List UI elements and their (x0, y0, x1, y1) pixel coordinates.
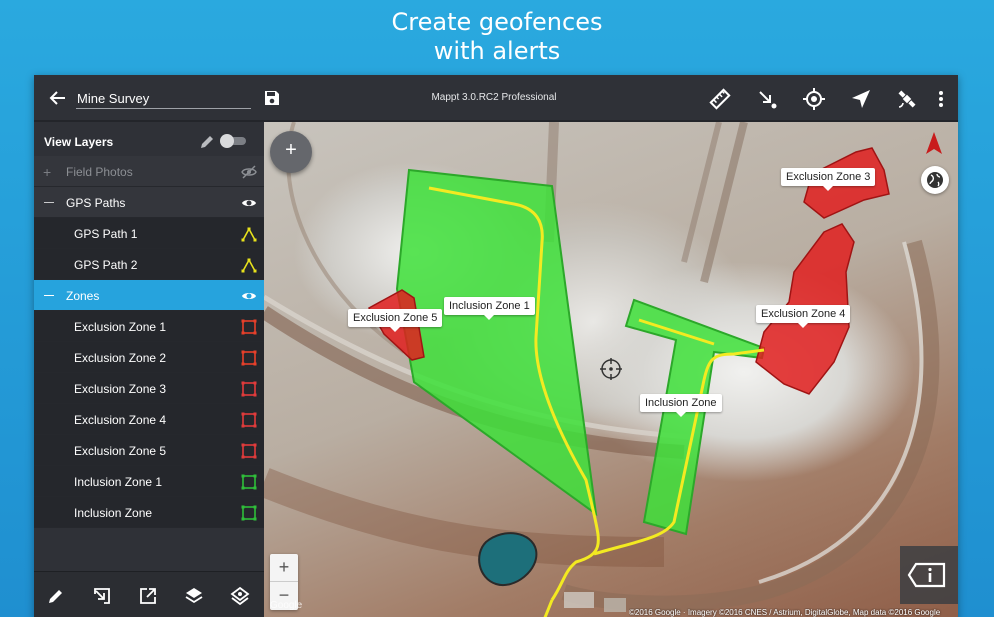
layer-group-label: GPS Paths (66, 196, 126, 210)
ruler-icon[interactable] (708, 87, 732, 111)
layer-item-gps-path-1[interactable]: GPS Path 1 (34, 218, 264, 249)
info-tag-icon (907, 562, 946, 588)
layer-group-gps-paths[interactable]: GPS Paths (34, 187, 264, 218)
promo-headline: Create geofences with alerts (0, 8, 994, 66)
toggle-knob (220, 134, 234, 148)
compass-icon[interactable] (924, 132, 944, 156)
polyline-icon (241, 258, 257, 273)
google-logo: Google (270, 600, 303, 611)
layers-panel-header: View Layers (34, 122, 264, 156)
layers-panel: View Layers + Field Photos GPS Paths GPS… (34, 122, 264, 617)
collapse-minus-icon[interactable] (44, 295, 54, 296)
polygon-icon (241, 381, 257, 397)
gps-locate-icon[interactable] (802, 87, 826, 111)
eye-off-icon[interactable] (241, 165, 257, 179)
layers-icon[interactable] (184, 586, 204, 606)
map-attribution: ©2016 Google · Imagery ©2016 CNES / Astr… (629, 608, 941, 617)
layer-group-zones[interactable]: Zones (34, 280, 264, 311)
layer-item-label: GPS Path 2 (74, 258, 138, 272)
map-type-button[interactable] (921, 166, 949, 194)
import-icon[interactable] (92, 586, 112, 606)
layer-item-label: GPS Path 1 (74, 227, 138, 241)
app-title: Mappt 3.0.RC2 Professional (431, 92, 557, 103)
polygon-icon (241, 443, 257, 459)
map-label-exclusion-zone-4[interactable]: Exclusion Zone 4 (756, 305, 851, 328)
headline-line-2: with alerts (433, 37, 561, 65)
add-plus-icon: + (285, 139, 297, 161)
layer-item-exclusion-zone-4[interactable]: Exclusion Zone 4 (34, 404, 264, 435)
satellite-icon[interactable] (895, 87, 919, 111)
layer-item-exclusion-zone-5[interactable]: Exclusion Zone 5 (34, 435, 264, 466)
map-label-inclusion-zone-1[interactable]: Inclusion Zone 1 (444, 297, 535, 320)
layer-item-label: Exclusion Zone 2 (74, 351, 167, 365)
polygon-icon (241, 474, 257, 490)
back-arrow-icon[interactable] (48, 88, 68, 108)
layer-item-label: Exclusion Zone 4 (74, 413, 167, 427)
map-label-exclusion-zone-3[interactable]: Exclusion Zone 3 (781, 168, 876, 191)
layer-group-field-photos[interactable]: + Field Photos (34, 156, 264, 187)
polyline-icon (241, 227, 257, 242)
export-icon[interactable] (138, 586, 158, 606)
map-label-exclusion-zone-5[interactable]: Exclusion Zone 5 (348, 309, 443, 332)
headline-line-1: Create geofences (391, 8, 603, 36)
layer-item-exclusion-zone-2[interactable]: Exclusion Zone 2 (34, 342, 264, 373)
map-info-button[interactable] (900, 546, 958, 604)
layer-item-label: Inclusion Zone 1 (74, 475, 163, 489)
layer-item-label: Exclusion Zone 5 (74, 444, 167, 458)
map-label-inclusion-zone[interactable]: Inclusion Zone (640, 394, 722, 417)
layer-group-label: Zones (66, 289, 100, 303)
layer-item-inclusion-zone-1[interactable]: Inclusion Zone 1 (34, 466, 264, 497)
layer-item-exclusion-zone-3[interactable]: Exclusion Zone 3 (34, 373, 264, 404)
collapse-minus-icon[interactable] (44, 202, 54, 203)
zoom-in-button[interactable]: + (270, 554, 298, 582)
layer-item-label: Exclusion Zone 1 (74, 320, 167, 334)
layer-item-inclusion-zone[interactable]: Inclusion Zone (34, 497, 264, 528)
layer-settings-icon[interactable] (230, 586, 250, 606)
toolbar: Mine Survey Mappt 3.0.RC2 Professional (34, 75, 958, 122)
expand-plus-icon[interactable]: + (43, 164, 51, 180)
crosshair-icon (600, 358, 622, 380)
layer-group-label: Field Photos (66, 165, 133, 179)
edit-pencil-icon[interactable] (199, 134, 215, 150)
polygon-icon (241, 350, 257, 366)
more-vert-icon[interactable] (933, 87, 949, 111)
eye-icon[interactable] (241, 196, 257, 210)
edit-pencil-icon[interactable] (46, 586, 66, 606)
edit-mode-toggle[interactable] (220, 134, 248, 148)
navigation-arrow-icon[interactable] (849, 87, 873, 111)
layer-item-label: Inclusion Zone (74, 506, 153, 520)
polygon-icon (241, 412, 257, 428)
layers-panel-title: View Layers (44, 135, 114, 149)
polygon-icon (241, 505, 257, 521)
layer-item-label: Exclusion Zone 3 (74, 382, 167, 396)
layer-item-exclusion-zone-1[interactable]: Exclusion Zone 1 (34, 311, 264, 342)
app-window: Mine Survey Mappt 3.0.RC2 Professional V… (34, 75, 958, 617)
add-feature-button[interactable]: + (270, 131, 312, 173)
globe-icon (927, 172, 943, 188)
import-arrow-icon[interactable] (755, 87, 779, 111)
polygon-icon (241, 319, 257, 335)
project-name-field[interactable]: Mine Survey (76, 87, 251, 109)
layers-bottom-bar (34, 571, 264, 617)
layer-item-gps-path-2[interactable]: GPS Path 2 (34, 249, 264, 280)
map-view[interactable]: Exclusion Zone 3 Exclusion Zone 4 Exclus… (264, 122, 958, 617)
eye-icon[interactable] (241, 289, 257, 303)
save-icon[interactable] (263, 89, 281, 107)
